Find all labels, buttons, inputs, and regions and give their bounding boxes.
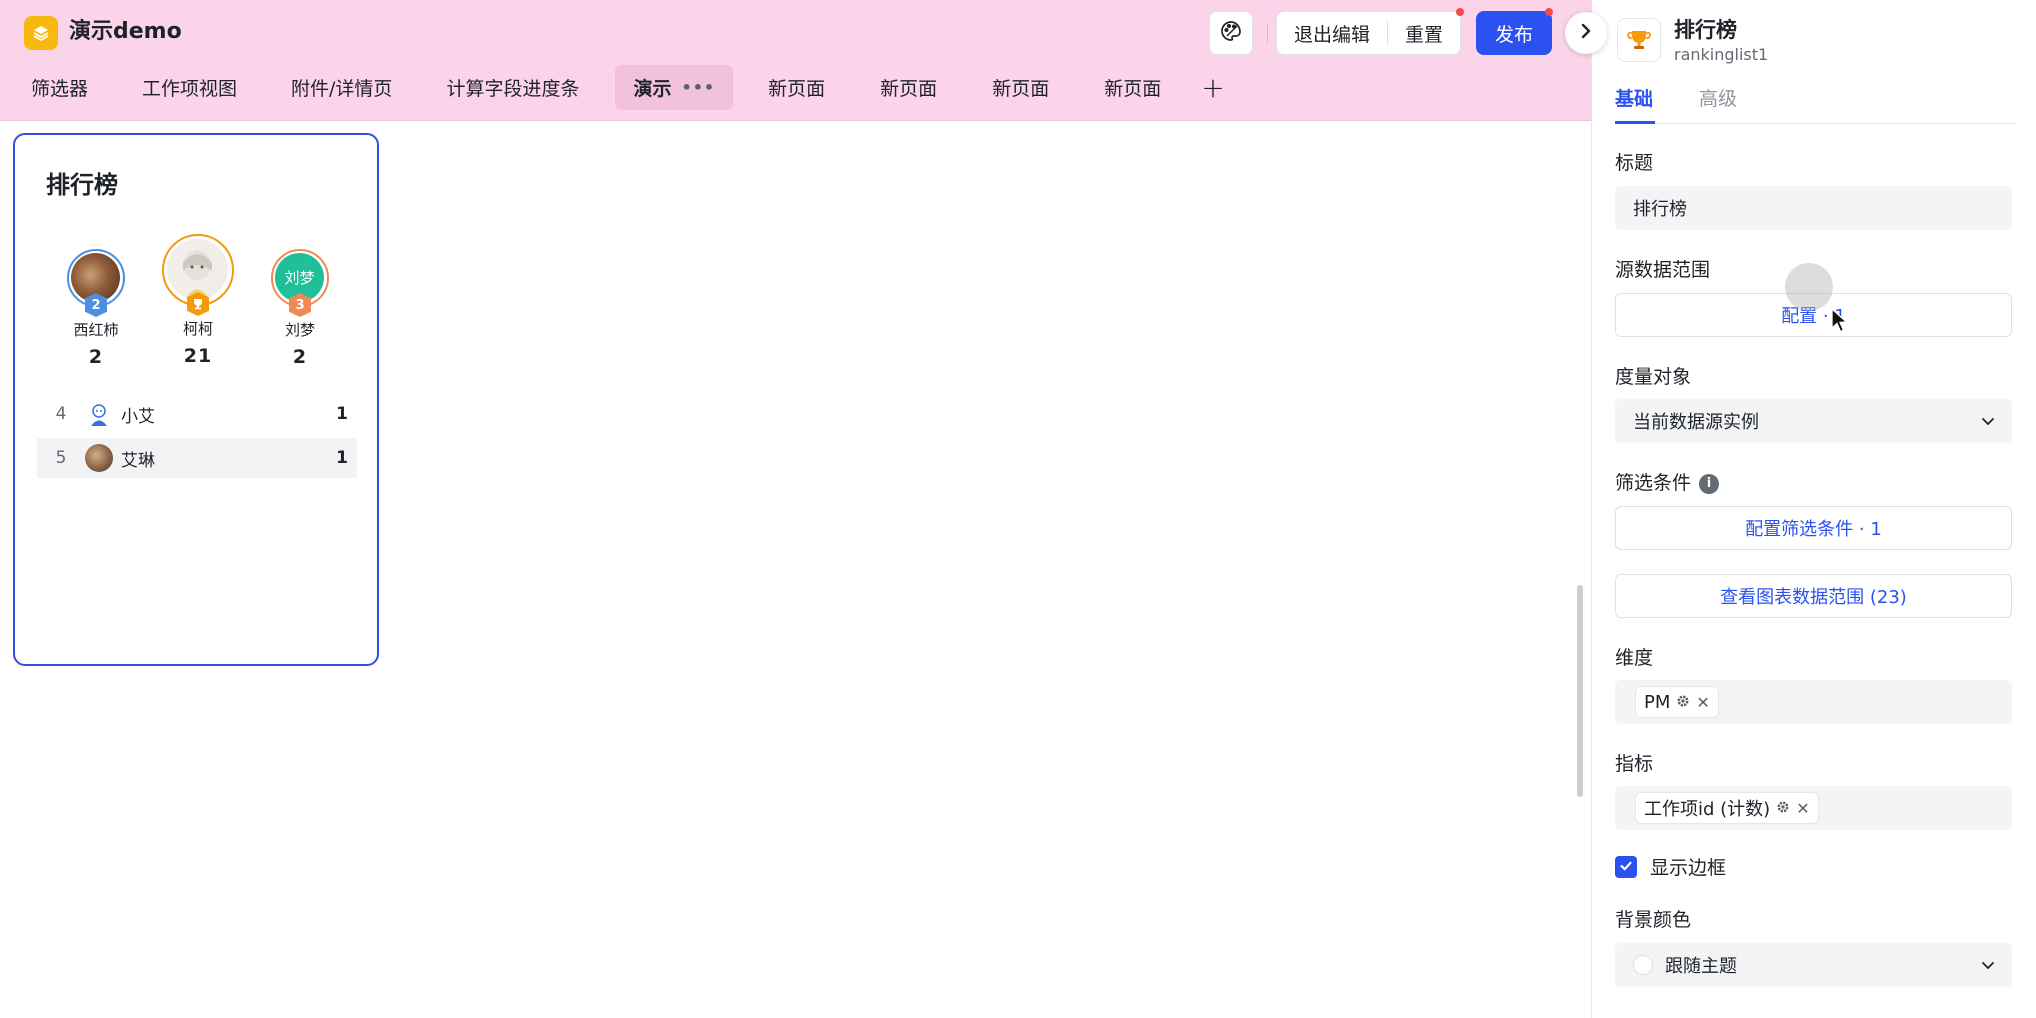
tab-new-page-1[interactable]: 新页面 (768, 65, 825, 110)
row-name: 艾琳 (121, 450, 155, 471)
row-name: 小艾 (121, 406, 155, 427)
metric-chip[interactable]: 工作项id (计数) ✕ (1635, 792, 1819, 824)
podium-rank-1[interactable]: 柯柯 21 (153, 234, 243, 367)
header-divider (1267, 24, 1268, 44)
collapse-panel-button[interactable] (1565, 12, 1607, 54)
dimension-field[interactable]: PM ✕ (1615, 680, 2012, 724)
bg-color-label: 背景颜色 (1615, 909, 1692, 931)
app-title: 演示demo (69, 19, 182, 44)
avatar: 2 (67, 249, 125, 317)
podium-value: 2 (292, 346, 308, 368)
page-tabs: 筛选器 工作项视图 附件/详情页 计算字段进度条 演示 ••• 新页面 新页面 … (0, 65, 1225, 110)
show-border-checkbox[interactable] (1615, 856, 1637, 878)
podium-name: 西红柿 (73, 321, 119, 339)
palette-icon (1219, 19, 1243, 47)
dimension-chip[interactable]: PM ✕ (1635, 686, 1719, 718)
tab-new-page-4[interactable]: 新页面 (1104, 65, 1161, 110)
ranking-title: 排行榜 (46, 171, 118, 199)
title-label: 标题 (1615, 152, 1654, 174)
mouse-cursor-icon (1831, 307, 1849, 338)
row-value: 1 (336, 448, 348, 468)
tab-demo[interactable]: 演示 ••• (615, 65, 734, 110)
app-logo-icon (24, 16, 58, 50)
click-indicator (1785, 263, 1833, 311)
row-rank: 5 (55, 448, 67, 468)
podium-value: 21 (183, 345, 213, 367)
close-icon[interactable]: ✕ (1796, 799, 1809, 818)
bg-color-select[interactable]: 跟随主题 (1615, 943, 2012, 987)
panel-tabs: 基础 高级 (1615, 84, 2015, 124)
podium-value: 2 (88, 346, 104, 368)
close-icon[interactable]: ✕ (1696, 693, 1709, 712)
podium-rank-2[interactable]: 2 西红柿 2 (51, 249, 141, 368)
measure-value: 当前数据源实例 (1633, 412, 1759, 433)
edit-button-group: 退出编辑 重置 (1276, 11, 1462, 55)
measure-label: 度量对象 (1615, 366, 1692, 388)
tab-advanced[interactable]: 高级 (1699, 84, 1737, 122)
canvas-scrollbar[interactable] (1577, 585, 1583, 797)
ranking-row[interactable]: 5 艾琳 1 (37, 438, 357, 478)
podium-name: 刘梦 (284, 321, 315, 339)
gear-icon[interactable] (1776, 798, 1790, 819)
more-icon[interactable]: ••• (681, 78, 715, 97)
tab-basic[interactable]: 基础 (1615, 84, 1655, 124)
component-id: rankinglist1 (1674, 45, 1769, 64)
bg-color-value: 跟随主题 (1665, 956, 1737, 977)
podium-rank-3[interactable]: 刘梦 3 刘梦 2 (255, 249, 345, 368)
properties-panel: 排行榜 rankinglist1 基础 高级 标题 排行榜 源数据范围 配置 ·… (1591, 0, 2036, 1018)
tab-attachment-detail[interactable]: 附件/详情页 (291, 65, 392, 110)
publish-button[interactable]: 发布 (1476, 11, 1552, 55)
metric-field[interactable]: 工作项id (计数) ✕ (1615, 786, 2012, 830)
show-border-label[interactable]: 显示边框 (1650, 853, 1726, 880)
theme-button[interactable] (1209, 11, 1253, 55)
metric-label: 指标 (1615, 753, 1654, 775)
metric-chip-label: 工作项id (计数) (1644, 799, 1771, 820)
component-name: 排行榜 (1674, 18, 1737, 42)
color-swatch (1633, 955, 1653, 975)
reset-button[interactable]: 重置 (1388, 12, 1460, 54)
tab-new-page-2[interactable]: 新页面 (880, 65, 937, 110)
ranking-row[interactable]: 4 小艾 1 (37, 394, 357, 434)
chevron-down-icon (1980, 413, 1996, 434)
chevron-right-icon (1578, 23, 1594, 43)
avatar (162, 234, 234, 316)
dimension-chip-label: PM (1644, 691, 1671, 713)
measure-select[interactable]: 当前数据源实例 (1615, 399, 2012, 443)
gear-icon[interactable] (1676, 692, 1690, 713)
add-tab-icon[interactable]: + (1201, 65, 1224, 110)
top-header: 演示demo 退出编辑 重置 发布 筛选器 工作项视图 附件/详情页 计算字段进… (0, 0, 1591, 121)
view-data-range-button[interactable]: 查看图表数据范围 (23) (1615, 574, 2012, 618)
dimension-label: 维度 (1615, 647, 1654, 669)
filter-config-button[interactable]: 配置筛选条件 · 1 (1615, 506, 2012, 550)
tab-work-item-view[interactable]: 工作项视图 (142, 65, 237, 110)
row-rank: 4 (55, 404, 67, 424)
publish-notification-dot (1545, 8, 1553, 16)
chevron-down-icon (1980, 957, 1996, 978)
avatar (85, 444, 113, 472)
row-value: 1 (336, 404, 348, 424)
filter-label: 筛选条件 i (1615, 468, 1720, 495)
tab-filter[interactable]: 筛选器 (31, 65, 88, 110)
filter-label-text: 筛选条件 (1615, 472, 1692, 494)
exit-edit-button[interactable]: 退出编辑 (1277, 12, 1387, 54)
check-icon (1619, 858, 1633, 877)
trophy-icon (1617, 18, 1661, 62)
podium-name: 柯柯 (182, 320, 213, 338)
ranking-card[interactable]: 排行榜 2 西红柿 2 柯柯 21 刘梦 3 刘梦 2 4 小艾 1 5 艾琳 … (13, 133, 379, 666)
info-icon[interactable]: i (1699, 473, 1720, 494)
title-input[interactable]: 排行榜 (1615, 186, 2012, 230)
avatar (85, 400, 113, 428)
tab-new-page-3[interactable]: 新页面 (992, 65, 1049, 110)
reset-notification-dot (1456, 8, 1464, 16)
tab-computed-progress[interactable]: 计算字段进度条 (446, 65, 579, 110)
avatar: 刘梦 3 (271, 249, 329, 317)
source-range-label: 源数据范围 (1615, 259, 1711, 281)
tab-demo-label: 演示 (633, 78, 672, 100)
